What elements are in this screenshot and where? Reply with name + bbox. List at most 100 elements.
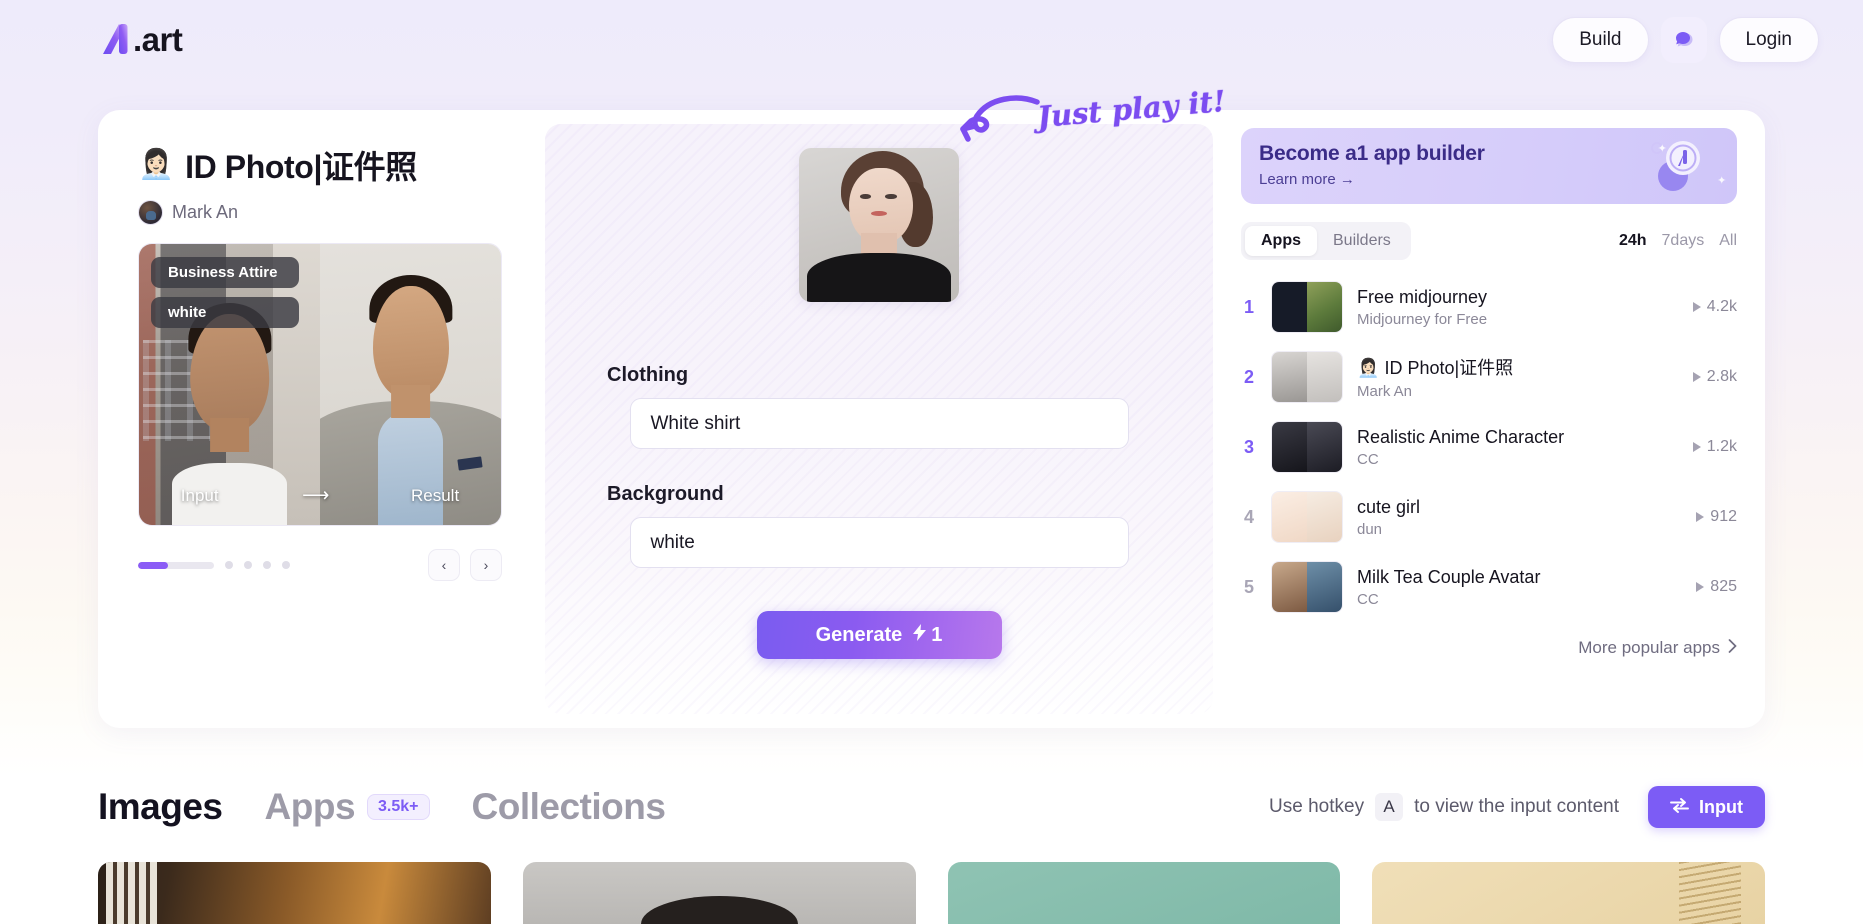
play-icon xyxy=(1696,512,1705,522)
image-gallery xyxy=(98,862,1765,924)
carousel-pagination[interactable] xyxy=(138,561,290,569)
app-thumbnail xyxy=(1271,491,1343,543)
background-input[interactable]: white xyxy=(629,517,1129,568)
app-thumbnail xyxy=(1271,421,1343,473)
tag-chip-clothing: Business Attire xyxy=(151,257,299,288)
input-button-label: Input xyxy=(1699,796,1743,817)
generation-form-panel: Clothing White shirt Background white Ge… xyxy=(545,124,1213,714)
filter-all[interactable]: All xyxy=(1719,232,1737,250)
generate-button[interactable]: Generate 1 xyxy=(756,611,1002,659)
gallery-card[interactable] xyxy=(98,862,491,924)
chevron-right-icon xyxy=(1728,638,1737,658)
tag-chip-background: white xyxy=(151,297,299,328)
run-count: 2.8k xyxy=(1692,368,1737,386)
rank-number: 2 xyxy=(1243,366,1254,387)
apps-count-badge: 3.5k+ xyxy=(367,794,430,820)
preview-image[interactable] xyxy=(799,148,959,302)
carousel-progress xyxy=(138,561,214,569)
gallery-card[interactable] xyxy=(522,862,916,924)
filter-7days[interactable]: 7days xyxy=(1662,232,1705,250)
tab-apps[interactable]: Apps xyxy=(265,786,356,828)
generate-label: Generate xyxy=(815,623,903,646)
app-author: CC xyxy=(1357,450,1379,468)
play-icon xyxy=(1692,372,1701,382)
more-label: More popular apps xyxy=(1578,638,1720,657)
tab-images[interactable]: Images xyxy=(98,786,223,828)
app-info-panel: 👩🏻‍💼 ID Photo|证件照 Mark An xyxy=(98,110,545,728)
filter-24h[interactable]: 24h xyxy=(1619,232,1647,250)
tab-apps[interactable]: Apps xyxy=(1245,226,1317,256)
app-emoji-icon: 👩🏻‍💼 xyxy=(138,148,175,181)
carousel-dot[interactable] xyxy=(282,561,290,569)
site-header: .art Build Login xyxy=(0,0,1863,80)
login-button[interactable]: Login xyxy=(1718,17,1819,63)
before-after-labels: Input ⟶ Result xyxy=(139,484,501,507)
rank-number: 4 xyxy=(1243,506,1254,527)
app-emoji-icon: 👩🏻‍💼 xyxy=(1357,358,1380,378)
input-label: Input xyxy=(180,485,219,505)
rank-number: 5 xyxy=(1243,576,1254,597)
sidebar-panel: Become a1 app builder Learn more → ✦ ✦ A… xyxy=(1213,110,1765,728)
run-count: 912 xyxy=(1696,508,1737,526)
carousel-dot[interactable] xyxy=(244,561,252,569)
page-title: ID Photo|证件照 xyxy=(185,149,417,185)
app-title: 👩🏻‍💼 ID Photo|证件照 xyxy=(1357,358,1514,378)
list-item[interactable]: 1 Free midjourney Midjourney for Free 4.… xyxy=(1241,272,1737,342)
a1-logo-icon xyxy=(98,20,132,60)
more-popular-apps-link[interactable]: More popular apps xyxy=(1241,638,1737,658)
gallery-card[interactable] xyxy=(1372,862,1765,924)
rank-number: 3 xyxy=(1243,436,1254,457)
carousel-dot[interactable] xyxy=(225,561,233,569)
list-item[interactable]: 3 Realistic Anime Character CC 1.2k xyxy=(1241,412,1737,482)
tab-collections[interactable]: Collections xyxy=(472,786,666,828)
arrow-right-icon: ⟶ xyxy=(302,485,329,506)
ranking-list: 1 Free midjourney Midjourney for Free 4.… xyxy=(1241,272,1737,622)
carousel-nav: ‹ › xyxy=(428,549,502,581)
before-after-carousel[interactable]: Business Attire white Input ⟶ Result xyxy=(138,243,502,526)
hotkey-hint: Use hotkey A to view the input content I… xyxy=(1269,786,1765,828)
rank-number: 1 xyxy=(1243,296,1254,317)
header-actions: Build Login xyxy=(1552,17,1819,63)
list-item[interactable]: 2 👩🏻‍💼 ID Photo|证件照 Mark An 2.8k xyxy=(1241,342,1737,412)
result-photo xyxy=(320,244,501,525)
app-title: cute girl xyxy=(1357,496,1421,517)
tab-builders[interactable]: Builders xyxy=(1317,226,1407,256)
content-tabs-bar: Images Apps 3.5k+ Collections Use hotkey… xyxy=(98,786,1765,828)
play-icon xyxy=(1696,582,1705,592)
app-title: Milk Tea Couple Avatar xyxy=(1357,566,1541,587)
list-item[interactable]: 4 cute girl dun 912 xyxy=(1241,482,1737,552)
background-label: Background xyxy=(607,483,724,505)
clothing-label: Clothing xyxy=(607,364,689,386)
app-title-row: 👩🏻‍💼 ID Photo|证件照 xyxy=(138,142,519,188)
run-count: 825 xyxy=(1696,578,1737,596)
play-icon xyxy=(1692,302,1701,312)
clothing-input[interactable]: White shirt xyxy=(629,398,1129,449)
list-item[interactable]: 5 Milk Tea Couple Avatar CC 825 xyxy=(1241,552,1737,622)
app-author: Mark An xyxy=(1357,383,1413,400)
hint-suffix: to view the input content xyxy=(1414,796,1620,817)
sparkle-icon: ✦ xyxy=(1657,142,1667,155)
chat-button[interactable] xyxy=(1660,17,1707,63)
app-author[interactable]: Mark An xyxy=(138,200,519,225)
hotkey-key: A xyxy=(1375,793,1404,821)
carousel-next-button[interactable]: › xyxy=(470,549,502,581)
app-author: Midjourney for Free xyxy=(1357,310,1488,328)
play-icon xyxy=(1692,442,1701,452)
generate-cost: 1 xyxy=(931,623,943,646)
carousel-dot[interactable] xyxy=(263,561,271,569)
app-author: CC xyxy=(1357,590,1379,608)
app-title: Realistic Anime Character xyxy=(1357,426,1565,447)
app-author: dun xyxy=(1357,520,1383,538)
app-thumbnail xyxy=(1271,561,1343,613)
build-button[interactable]: Build xyxy=(1552,17,1649,63)
avatar xyxy=(138,200,163,225)
run-count: 1.2k xyxy=(1692,438,1737,456)
logo[interactable]: .art xyxy=(98,20,183,60)
app-thumbnail xyxy=(1271,281,1343,333)
carousel-prev-button[interactable]: ‹ xyxy=(428,549,460,581)
content-tabs: Images Apps 3.5k+ Collections xyxy=(98,786,666,828)
carousel-controls: ‹ › xyxy=(138,549,502,581)
promo-banner[interactable]: Become a1 app builder Learn more → ✦ ✦ xyxy=(1241,128,1737,204)
input-toggle-button[interactable]: Input xyxy=(1648,786,1765,828)
gallery-card[interactable] xyxy=(947,862,1341,924)
